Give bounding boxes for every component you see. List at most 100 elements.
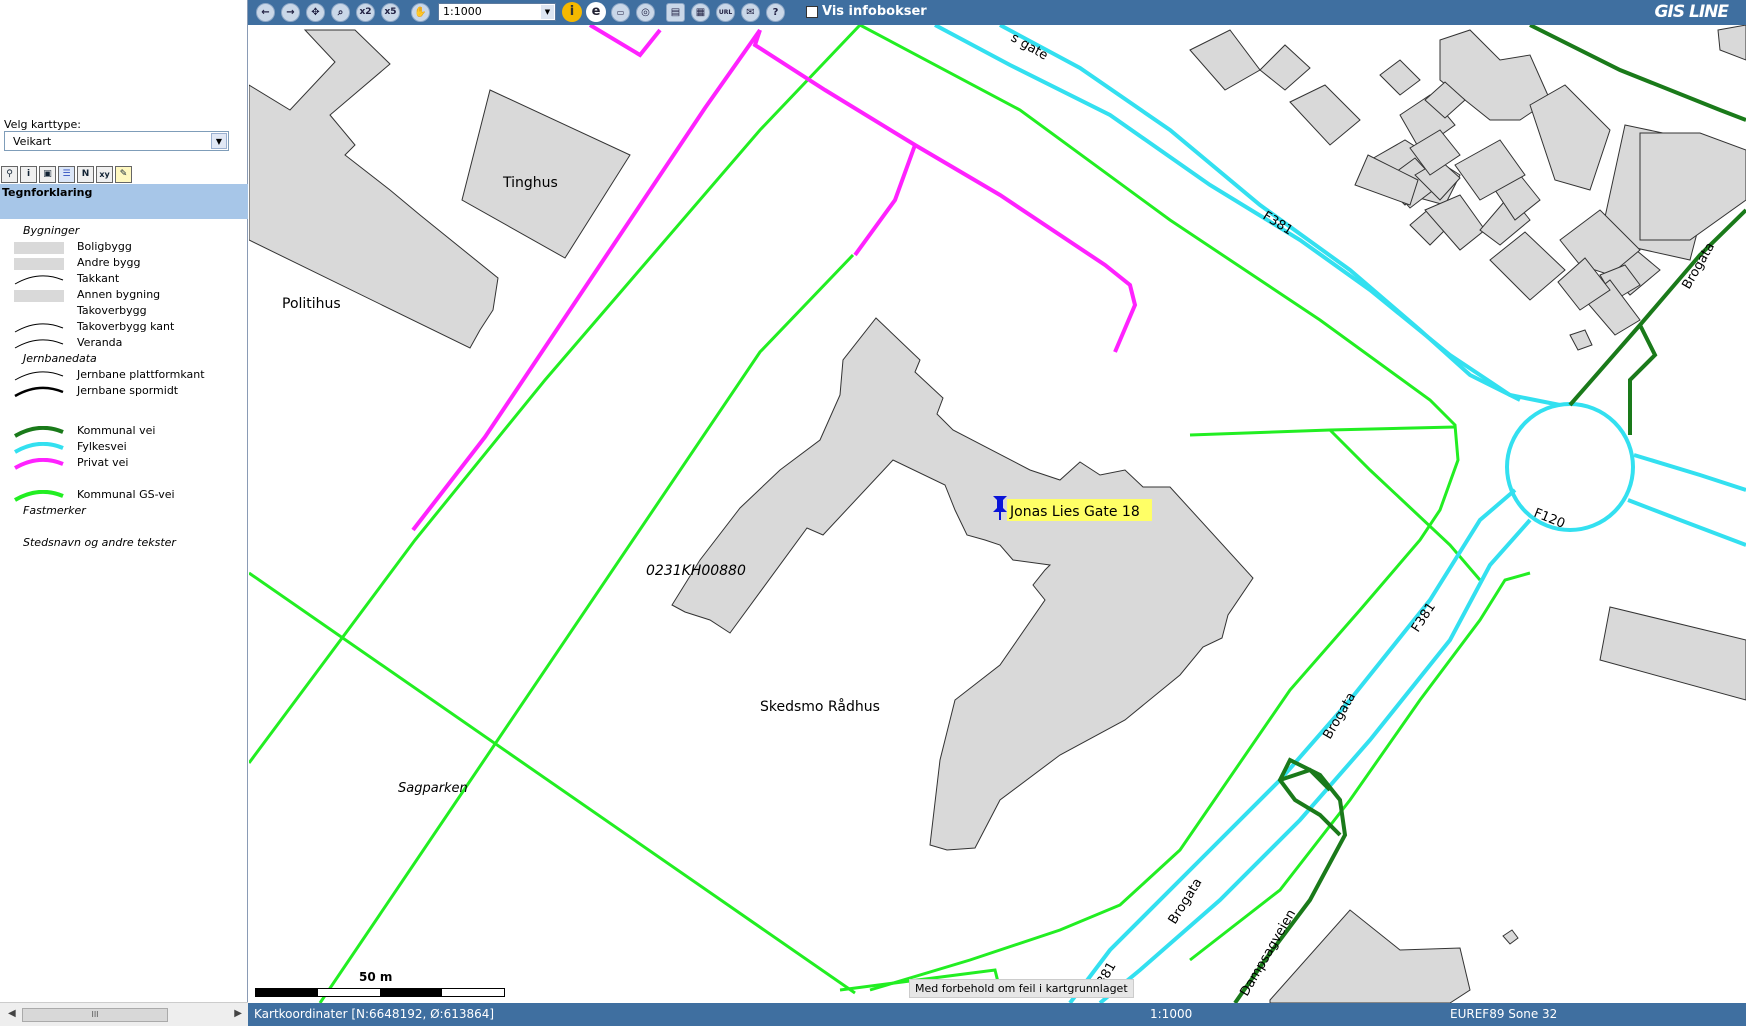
- building-tiny-bottom: [1502, 929, 1519, 945]
- f381-mid-label: F381: [1409, 600, 1439, 635]
- fylkesvei-symbol: [14, 442, 64, 454]
- andre-bygg-symbol: [14, 258, 64, 270]
- left-panel: Velg karttype: Veikart ▼ ⚲ i ▣ ☰ N xy ✎ …: [0, 0, 248, 1026]
- scroll-thumb[interactable]: III: [22, 1008, 168, 1022]
- projection-readout: EUREF89 Sone 32: [1450, 1007, 1558, 1021]
- gs-vei-lines: [249, 25, 1531, 1003]
- hand-icon[interactable]: ✋: [411, 3, 430, 22]
- legend-item-privat-vei: Privat vei: [0, 456, 246, 470]
- legend-label: Boligbygg: [77, 240, 132, 253]
- draw-tool-icon[interactable]: ✎: [115, 166, 132, 183]
- building-cluster-15: [1379, 59, 1421, 96]
- scale-value: 1:1000: [443, 5, 482, 18]
- scroll-left-icon[interactable]: ◀: [8, 1008, 16, 1019]
- legend-label: Takoverbygg kant: [77, 320, 175, 333]
- legend-label: Jernbane spormidt: [77, 384, 179, 397]
- legend-item-takkant: Takkant: [0, 272, 246, 286]
- privat-road-4: [853, 144, 917, 257]
- legend-item-takoverbygg-kant: Takoverbygg kant: [0, 320, 246, 334]
- fylkesvei-f120-east-2: [1627, 498, 1746, 547]
- roundabout: [1505, 402, 1635, 532]
- vis-infobokser-checkbox[interactable]: [806, 6, 818, 18]
- help-icon[interactable]: ?: [766, 3, 785, 22]
- horizontal-scrollbar[interactable]: ◀ III ▶: [0, 1002, 248, 1026]
- radhus-label: Skedsmo Rådhus: [760, 698, 880, 715]
- sagparken-label: Sagparken: [398, 781, 468, 796]
- legend-header: Tegnforklaring: [0, 184, 248, 219]
- zoom-x5-icon[interactable]: x5: [381, 3, 400, 22]
- scroll-right-icon[interactable]: ▶: [234, 1008, 242, 1019]
- search-tool-icon[interactable]: ⚲: [1, 166, 18, 183]
- karttype-label: Velg karttype:: [4, 118, 82, 131]
- takkant-symbol: [14, 275, 64, 285]
- legend-item-jernbane-plattform: Jernbane plattformkant: [0, 368, 246, 382]
- legend-category-bygninger: Bygninger: [23, 224, 80, 237]
- globe-icon[interactable]: ◎: [636, 3, 655, 22]
- takoverbygg-kant-symbol: [14, 323, 64, 333]
- gs-path-1: [249, 571, 856, 995]
- print-icon[interactable]: ▤: [666, 3, 685, 22]
- legend-label: Fylkesvei: [77, 440, 127, 453]
- scalebar-label: 50 m: [359, 970, 393, 984]
- pan-icon[interactable]: ✥: [306, 3, 325, 22]
- parcel-label: 0231KH00880: [646, 563, 746, 579]
- kommunal-vei-symbol: [14, 426, 64, 438]
- gs-path-3: [318, 253, 855, 1003]
- legend-label: Veranda: [77, 336, 123, 349]
- legend-label: Takoverbygg: [77, 304, 147, 317]
- gs-path-5: [1189, 425, 1456, 437]
- legend-label: Kommunal GS-vei: [77, 488, 175, 501]
- legend-category-stedsnavn: Stedsnavn og andre tekster: [23, 536, 176, 549]
- scale-select[interactable]: 1:1000 ▼: [438, 3, 556, 21]
- privat-road-2: [588, 25, 662, 58]
- politihus-label: Politihus: [282, 296, 341, 312]
- legend-label: Annen bygning: [77, 288, 161, 301]
- xy-tool-icon[interactable]: xy: [96, 166, 113, 183]
- print-preview-icon[interactable]: ▦: [691, 3, 710, 22]
- info-tool-icon[interactable]: i: [20, 166, 37, 183]
- legend-category-jernbane: Jernbanedata: [23, 352, 97, 365]
- map-canvas[interactable]: Tinghus Politihus Skedsmo Rådhus 0231KH0…: [249, 25, 1746, 1003]
- buildings: [249, 25, 1746, 1003]
- back-icon[interactable]: ←: [256, 3, 275, 22]
- layers-tool-icon[interactable]: ☰: [58, 166, 75, 183]
- info-icon[interactable]: i: [562, 2, 582, 22]
- disclaimer-text: Med forbehold om feil i kartgrunnlaget: [909, 979, 1134, 998]
- legend-label: Andre bygg: [77, 256, 141, 269]
- url-icon[interactable]: URL: [716, 3, 735, 22]
- fylkesvei-f120-east-1: [1633, 453, 1746, 492]
- status-bar: Kartkoordinater [N:6648192, Ø:613864] 1:…: [248, 1003, 1746, 1026]
- legend-item-boligbygg: Boligbygg: [0, 240, 246, 254]
- legend-item-veranda: Veranda: [0, 336, 246, 350]
- spormidt-symbol: [14, 386, 64, 398]
- measure-tool-icon[interactable]: ▣: [39, 166, 56, 183]
- address-marker[interactable]: Jonas Lies Gate 18: [993, 496, 1152, 521]
- privat-vei-lines: [411, 25, 1138, 532]
- legend-item-jernbane-spor: Jernbane spormidt: [0, 384, 246, 398]
- chevron-down-icon[interactable]: ▼: [211, 133, 227, 149]
- karttype-select[interactable]: Veikart ▼: [4, 131, 229, 151]
- karttype-value: Veikart: [13, 135, 52, 148]
- zoom-icon[interactable]: ⌕: [331, 3, 350, 22]
- legend-item-takoverbygg: Takoverbygg: [0, 304, 246, 318]
- legend-category-fastmerker: Fastmerker: [23, 504, 86, 517]
- boligbygg-symbol: [14, 242, 64, 254]
- forward-icon[interactable]: →: [281, 3, 300, 22]
- link-icon[interactable]: ▭: [611, 3, 630, 22]
- plattformkant-symbol: [14, 371, 64, 381]
- chevron-down-icon[interactable]: ▼: [541, 5, 554, 19]
- legend-label: Kommunal vei: [77, 424, 156, 437]
- mail-icon[interactable]: ✉: [741, 3, 760, 22]
- building-radhus: [671, 317, 1254, 851]
- zoom-x2-icon[interactable]: x2: [356, 3, 375, 22]
- legend-item-andre-bygg: Andre bygg: [0, 256, 246, 270]
- legend-label: Takkant: [77, 272, 120, 285]
- building-bottom-right: [1269, 909, 1471, 1003]
- map-svg[interactable]: Tinghus Politihus Skedsmo Rådhus 0231KH0…: [249, 25, 1746, 1003]
- north-tool-icon[interactable]: N: [77, 166, 94, 183]
- vis-infobokser-label[interactable]: Vis infobokser: [822, 4, 927, 19]
- veranda-symbol: [14, 339, 64, 349]
- scalebar: [255, 988, 505, 997]
- building-cluster-2: [1529, 84, 1611, 191]
- e-icon[interactable]: e: [586, 2, 606, 22]
